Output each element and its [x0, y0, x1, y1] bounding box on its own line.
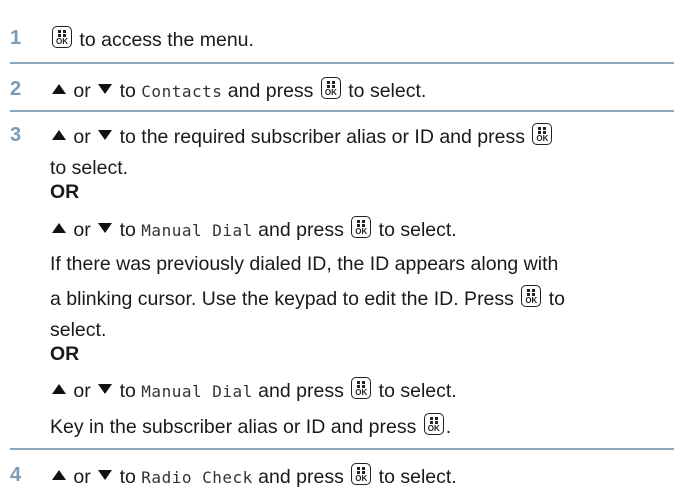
down-arrow-icon: [98, 84, 113, 94]
step-number: 2: [10, 78, 22, 100]
paragraph-line: Key in the subscriber alias or ID and pr…: [50, 413, 451, 439]
step-number: 3: [10, 124, 22, 146]
up-arrow-icon: [52, 384, 66, 394]
menu-ok-key-icon: OK: [521, 285, 542, 307]
or-label: OR: [50, 181, 80, 203]
menu-ok-key-icon: OK: [351, 377, 372, 399]
down-arrow-icon: [98, 470, 113, 480]
step-4-text: or to Radio Check and press OK to select…: [50, 463, 457, 490]
menu-item-contacts: Contacts: [141, 82, 223, 101]
down-arrow-icon: [98, 223, 113, 233]
step-divider: [10, 110, 674, 112]
or-label: OR: [50, 343, 80, 365]
step-divider: [10, 62, 674, 64]
paragraph-line: If there was previously dialed ID, the I…: [50, 253, 559, 275]
menu-ok-key-icon: OK: [320, 77, 341, 99]
paragraph-line: select.: [50, 319, 107, 341]
step-divider: [10, 448, 674, 450]
menu-ok-key-icon: OK: [351, 216, 372, 238]
menu-item-manual-dial: Manual Dial: [141, 382, 253, 401]
step-3-text: or to the required subscriber alias or I…: [50, 123, 554, 149]
step-number: 1: [10, 27, 22, 49]
down-arrow-icon: [98, 130, 113, 140]
down-arrow-icon: [98, 384, 113, 394]
menu-item-manual-dial: Manual Dial: [141, 221, 253, 240]
paragraph-line: a blinking cursor. Use the keypad to edi…: [50, 285, 565, 311]
step-1-text: OK to access the menu.: [50, 26, 254, 52]
menu-ok-key-icon: OK: [423, 413, 444, 435]
step-2-text: or to Contacts and press OK to select.: [50, 77, 426, 104]
step-3-text-cont: to select.: [50, 157, 129, 179]
up-arrow-icon: [52, 223, 66, 233]
menu-ok-key-icon: OK: [532, 123, 553, 145]
menu-ok-key-icon: OK: [52, 26, 72, 48]
up-arrow-icon: [52, 470, 66, 480]
menu-item-radio-check: Radio Check: [141, 468, 253, 487]
manual-dial-line-2: or to Manual Dial and press OK to select…: [50, 377, 457, 404]
up-arrow-icon: [52, 130, 66, 140]
up-arrow-icon: [52, 84, 66, 94]
menu-ok-key-icon: OK: [351, 463, 372, 485]
step-number: 4: [10, 464, 22, 486]
manual-dial-line-1: or to Manual Dial and press OK to select…: [50, 216, 457, 243]
